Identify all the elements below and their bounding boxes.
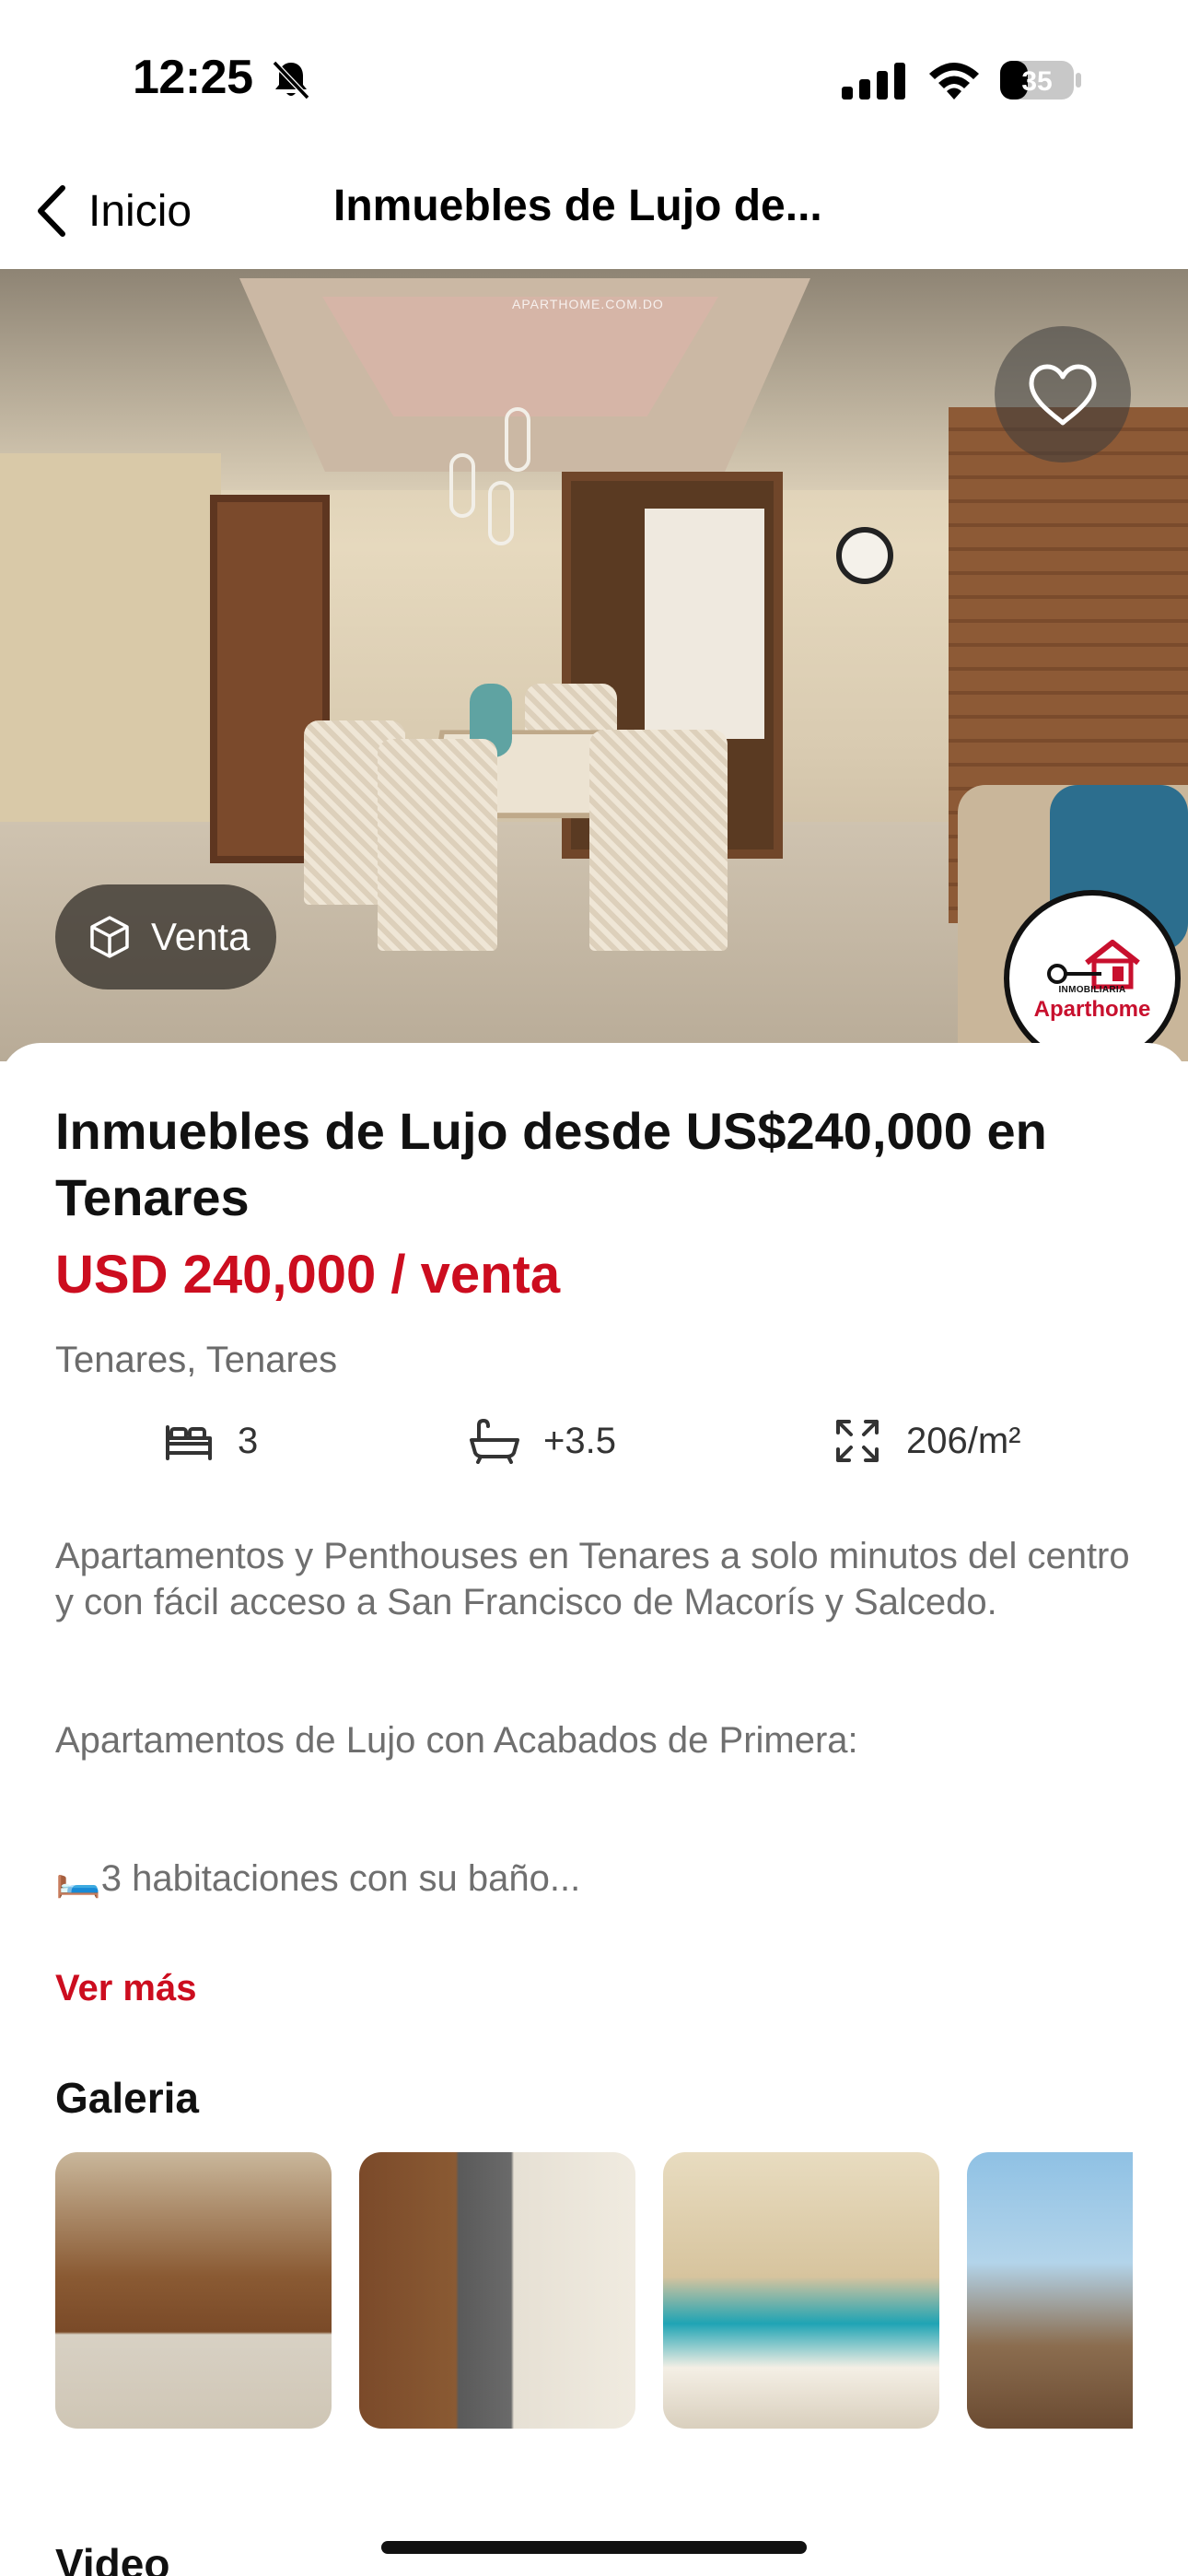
bathrooms-feature: +3.5 bbox=[468, 1404, 616, 1478]
gallery-thumbnail-balcony-view[interactable] bbox=[967, 2152, 1133, 2429]
area-size: 206/m² bbox=[906, 1420, 1021, 1461]
cellular-signal-icon bbox=[842, 63, 905, 100]
status-bar: 12:25 35 bbox=[0, 0, 1188, 157]
gallery-carousel[interactable] bbox=[55, 2152, 1133, 2429]
nav-title: Inmuebles de Lujo de... bbox=[333, 181, 822, 230]
bed-icon bbox=[166, 1425, 212, 1460]
battery-icon: 35 bbox=[1000, 61, 1081, 100]
video-heading: Video bbox=[55, 2540, 170, 2576]
chevron-left-icon bbox=[38, 185, 65, 237]
gallery-thumbnail-living-room[interactable] bbox=[663, 2152, 939, 2429]
heart-icon bbox=[1029, 364, 1097, 426]
gallery-thumbnail-kitchen-dining[interactable] bbox=[359, 2152, 635, 2429]
back-button[interactable]: Inicio bbox=[33, 179, 192, 243]
battery-level: 35 bbox=[1021, 66, 1052, 97]
house-key-logo-icon bbox=[1047, 939, 1140, 989]
agency-name: Aparthome bbox=[1033, 996, 1151, 1022]
agency-logo[interactable]: INMOBILIARIA Aparthome bbox=[1004, 890, 1181, 1067]
home-indicator[interactable] bbox=[381, 2541, 807, 2554]
operation-type-label: Venta bbox=[151, 915, 250, 958]
features-row: 3 +3.5 206/m² bbox=[0, 1404, 1188, 1478]
navigation-bar: Inicio Inmuebles de Lujo de... bbox=[0, 157, 1188, 269]
description-paragraph: Apartamentos de Lujo con Acabados de Pri… bbox=[55, 1720, 858, 1761]
operation-type-chip: Venta bbox=[55, 884, 276, 989]
bathtub-icon bbox=[470, 1418, 519, 1464]
gallery-thumbnail-kitchen[interactable] bbox=[55, 2152, 332, 2429]
listing-details: Inmuebles de Lujo desde US$240,000 en Te… bbox=[0, 1043, 1188, 2576]
expand-arrows-icon bbox=[836, 1420, 879, 1462]
wifi-icon bbox=[929, 63, 979, 100]
bell-slash-icon bbox=[272, 60, 310, 100]
hero-watermark: APARTHOME.COM.DO bbox=[512, 297, 664, 311]
description-paragraph: Apartamentos y Penthouses en Tenares a s… bbox=[55, 1536, 1130, 1622]
gallery-heading: Galeria bbox=[55, 2074, 199, 2122]
cube-icon bbox=[90, 916, 129, 958]
back-label: Inicio bbox=[88, 186, 192, 236]
bedrooms-feature: 3 bbox=[162, 1404, 258, 1478]
listing-price: USD 240,000 / venta bbox=[55, 1245, 561, 1305]
bedrooms-count: 3 bbox=[238, 1420, 259, 1461]
description-paragraph: 🛏️3 habitaciones con su baño... bbox=[55, 1858, 581, 1899]
favorite-button[interactable] bbox=[995, 326, 1131, 463]
listing-location: Tenares, Tenares bbox=[55, 1340, 338, 1380]
agency-subtitle: INMOBILIARIA bbox=[1058, 984, 1126, 995]
status-time: 12:25 bbox=[133, 51, 253, 104]
bathrooms-count: +3.5 bbox=[543, 1420, 616, 1461]
area-feature: 206/m² bbox=[831, 1404, 1021, 1478]
see-more-link[interactable]: Ver más bbox=[55, 1968, 196, 2009]
listing-title: Inmuebles de Lujo desde US$240,000 en Te… bbox=[55, 1102, 1047, 1226]
listing-description: Apartamentos y Penthouses en Tenares a s… bbox=[55, 1533, 1142, 1902]
